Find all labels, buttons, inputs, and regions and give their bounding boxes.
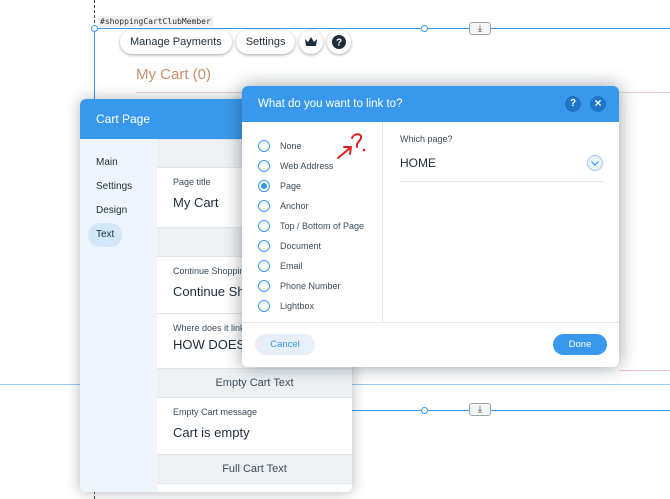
link-option-anchor[interactable]: Anchor xyxy=(242,196,382,216)
page-picker: Which page? HOME xyxy=(384,122,619,322)
link-option-top-bottom[interactable]: Top / Bottom of Page xyxy=(242,216,382,236)
link-dialog-footer: Cancel Done xyxy=(242,322,619,367)
empty-cart-message-label: Empty Cart message xyxy=(173,407,258,417)
link-option-label: Email xyxy=(280,261,303,271)
link-option-email[interactable]: Email xyxy=(242,256,382,276)
link-option-document[interactable]: Document xyxy=(242,236,382,256)
help-icon[interactable]: ? xyxy=(565,96,581,112)
link-dialog: What do you want to link to? ? × None We… xyxy=(242,86,619,367)
component-id-tag: #shoppingCartClubMember xyxy=(98,16,213,27)
anchor-button[interactable]: ⤓ xyxy=(469,403,491,416)
radio-button[interactable] xyxy=(258,140,270,152)
cart-panel-nav: Main Settings Design Text xyxy=(80,139,157,492)
empty-cart-message-value[interactable]: Cart is empty xyxy=(173,425,336,440)
anchor-button[interactable]: ⤓ xyxy=(469,22,491,35)
nav-item-design[interactable]: Design xyxy=(88,199,157,223)
nav-item-main[interactable]: Main xyxy=(88,151,157,175)
which-page-label: Which page? xyxy=(400,134,453,144)
section-full-cart: Full Cart Text xyxy=(157,455,352,484)
page-dropdown[interactable]: HOME xyxy=(400,152,603,182)
link-dialog-title: What do you want to link to? xyxy=(258,98,403,110)
crown-icon[interactable] xyxy=(299,30,324,54)
link-option-phone[interactable]: Phone Number xyxy=(242,276,382,296)
radio-button[interactable] xyxy=(258,280,270,292)
decor-line xyxy=(619,370,670,371)
done-button[interactable]: Done xyxy=(553,334,607,355)
radio-button-selected[interactable] xyxy=(258,180,270,192)
resize-handle[interactable] xyxy=(421,407,428,414)
empty-cart-message-field[interactable]: Empty Cart message Cart is empty xyxy=(157,398,352,455)
link-dialog-header: What do you want to link to? ? × xyxy=(242,86,619,122)
radio-button[interactable] xyxy=(258,160,270,172)
radio-button[interactable] xyxy=(258,240,270,252)
section-empty-cart: Empty Cart Text xyxy=(157,369,352,398)
link-option-label: Web Address xyxy=(280,161,334,171)
radio-button[interactable] xyxy=(258,200,270,212)
resize-handle[interactable] xyxy=(421,25,428,32)
help-icon[interactable]: ? xyxy=(327,30,352,54)
link-option-page[interactable]: Page xyxy=(242,176,382,196)
cart-heading: My Cart (0) xyxy=(136,66,211,83)
link-option-label: Phone Number xyxy=(280,281,341,291)
svg-text:?: ? xyxy=(336,38,342,49)
link-option-label: Page xyxy=(280,181,302,191)
chevron-down-icon[interactable] xyxy=(587,155,603,171)
radio-button[interactable] xyxy=(258,260,270,272)
selection-left-border xyxy=(94,28,95,102)
radio-button[interactable] xyxy=(258,300,270,312)
link-option-label: Document xyxy=(280,241,322,251)
component-toolbar: Manage Payments Settings ? xyxy=(120,30,352,54)
cancel-button[interactable]: Cancel xyxy=(255,334,315,355)
radio-button[interactable] xyxy=(258,220,270,232)
annotation-arrow-icon xyxy=(337,133,366,159)
manage-payments-button[interactable]: Manage Payments xyxy=(120,30,232,54)
nav-item-text[interactable]: Text xyxy=(88,223,122,247)
close-icon[interactable]: × xyxy=(590,96,606,112)
link-option-label: Top / Bottom of Page xyxy=(280,221,365,231)
link-option-label: None xyxy=(280,141,302,151)
resize-handle[interactable] xyxy=(91,25,98,32)
selection-bottom-border xyxy=(352,410,670,411)
nav-item-settings[interactable]: Settings xyxy=(88,175,157,199)
link-option-lightbox[interactable]: Lightbox xyxy=(242,296,382,316)
link-option-label: Anchor xyxy=(280,201,309,211)
settings-button[interactable]: Settings xyxy=(235,30,296,54)
link-option-label: Lightbox xyxy=(280,301,315,311)
selection-top-border xyxy=(94,28,670,29)
page-dropdown-value: HOME xyxy=(400,156,436,170)
